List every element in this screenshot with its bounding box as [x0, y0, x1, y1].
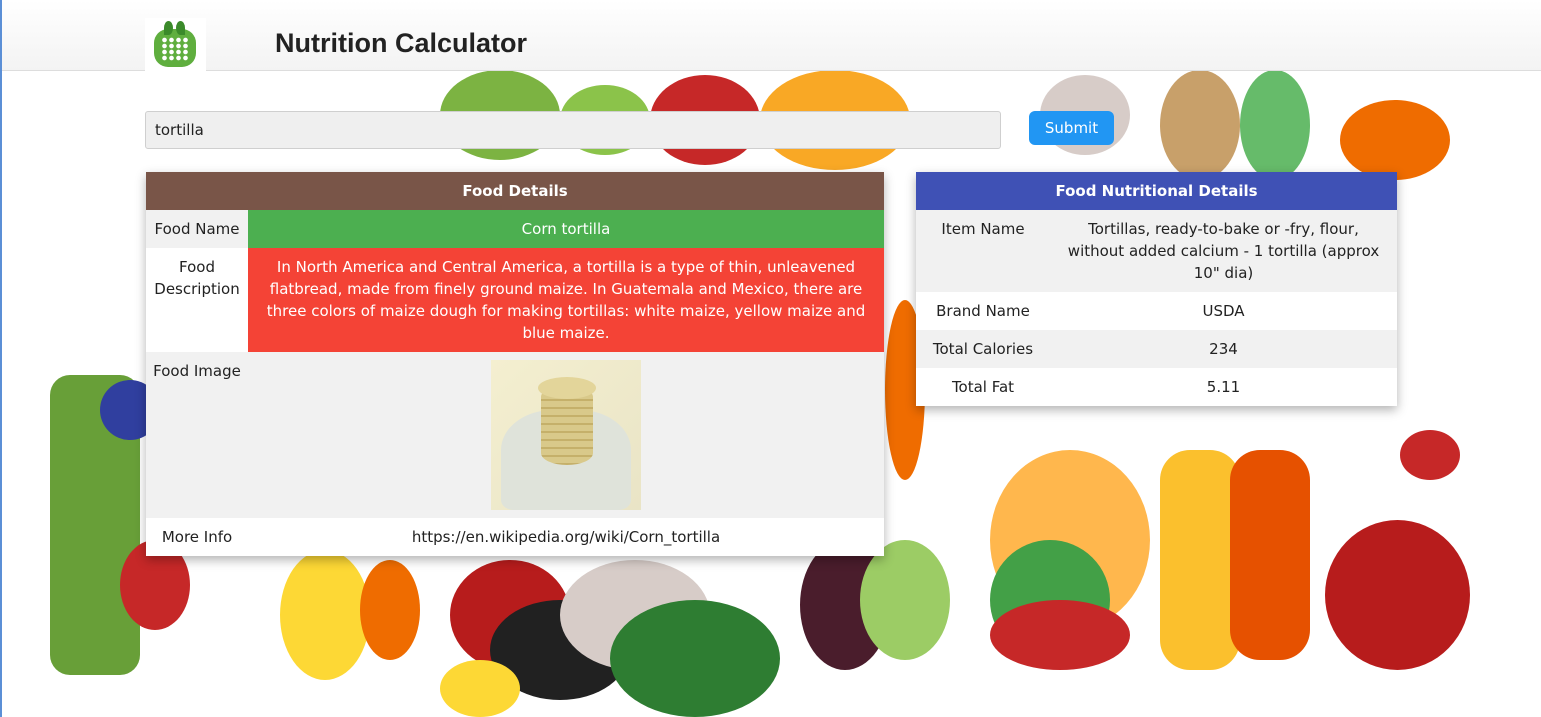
- food-description-value: In North America and Central America, a …: [248, 248, 884, 352]
- brand-name-label: Brand Name: [916, 292, 1050, 330]
- total-fat-value: 5.11: [1050, 368, 1397, 406]
- item-name-value: Tortillas, ready-to-bake or -fry, flour,…: [1050, 210, 1397, 292]
- total-calories-value: 234: [1050, 330, 1397, 368]
- food-image-label: Food Image: [146, 352, 248, 518]
- food-details-heading: Food Details: [146, 172, 884, 210]
- food-name-value: Corn tortilla: [248, 210, 884, 248]
- nutritional-details-heading: Food Nutritional Details: [916, 172, 1397, 210]
- table-row: Food Image: [146, 352, 884, 518]
- more-info-label: More Info: [146, 518, 248, 556]
- more-info-link[interactable]: https://en.wikipedia.org/wiki/Corn_torti…: [248, 518, 884, 556]
- total-fat-label: Total Fat: [916, 368, 1050, 406]
- submit-button[interactable]: Submit: [1029, 111, 1114, 145]
- total-calories-label: Total Calories: [916, 330, 1050, 368]
- food-image: [491, 360, 641, 510]
- food-image-cell: [248, 352, 884, 518]
- brand-name-value: USDA: [1050, 292, 1397, 330]
- table-row: Food Name Corn tortilla: [146, 210, 884, 248]
- item-name-label: Item Name: [916, 210, 1050, 292]
- table-row: Item Name Tortillas, ready-to-bake or -f…: [916, 210, 1397, 292]
- food-description-label: Food Description: [146, 248, 248, 352]
- table-row: Brand Name USDA: [916, 292, 1397, 330]
- app-title: Nutrition Calculator: [275, 28, 528, 58]
- table-row: Total Fat 5.11: [916, 368, 1397, 406]
- table-row: Food Description In North America and Ce…: [146, 248, 884, 352]
- table-row: Total Calories 234: [916, 330, 1397, 368]
- calculator-apple-logo: [145, 18, 206, 72]
- search-input[interactable]: [145, 111, 1001, 149]
- nutritional-details-card: Food Nutritional Details Item Name Torti…: [916, 172, 1397, 406]
- food-details-card: Food Details Food Name Corn tortilla Foo…: [146, 172, 884, 556]
- app-header: Nutrition Calculator: [0, 0, 1541, 72]
- food-name-label: Food Name: [146, 210, 248, 248]
- left-border: [0, 0, 2, 717]
- table-row: More Info https://en.wikipedia.org/wiki/…: [146, 518, 884, 556]
